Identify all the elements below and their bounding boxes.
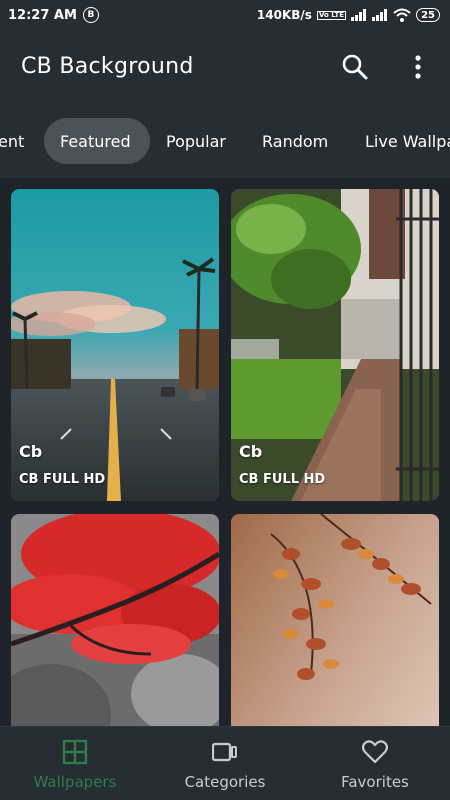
status-bar: 12:27 AM B 140KB/s Vo LTE 25 [0, 0, 450, 30]
wallpaper-title: Cb [19, 442, 43, 461]
heart-icon [362, 740, 388, 764]
app-title: CB Background [21, 53, 194, 79]
signal-icon-2 [372, 9, 388, 21]
tab-latest[interactable]: ent [0, 118, 24, 164]
wallpaper-card[interactable] [231, 514, 439, 726]
wallpaper-image-autumn-leaves [231, 514, 439, 726]
network-speed: 140KB/s [256, 8, 312, 22]
grid-icon [62, 739, 88, 765]
nav-label: Wallpapers [33, 773, 117, 791]
nav-label: Categories [184, 773, 266, 791]
categories-icon [212, 742, 237, 762]
app-bar: CB Background [0, 30, 450, 102]
search-button[interactable] [340, 52, 370, 82]
nav-wallpapers[interactable]: Wallpapers [0, 727, 150, 800]
wallpaper-grid: Cb CB FULL HD Cb CB FULL HD [0, 178, 450, 726]
status-time: 12:27 AM [8, 7, 77, 23]
more-options-button[interactable] [406, 52, 430, 82]
tab-live-wallpaper[interactable]: Live Wallpa [365, 118, 450, 164]
signal-icon [351, 9, 367, 21]
wallpaper-card[interactable]: Cb CB FULL HD [11, 189, 219, 501]
more-vert-icon [415, 55, 421, 79]
wallpaper-title: Cb [239, 442, 263, 461]
wallpaper-subtitle: CB FULL HD [239, 472, 326, 487]
category-tabs: ent Featured Popular Random Live Wallpa [0, 102, 450, 178]
nav-label: Favorites [341, 773, 409, 791]
volte-icon: Vo LTE [316, 10, 347, 20]
battery-icon: 25 [416, 8, 440, 22]
status-right: 140KB/s Vo LTE 25 [257, 8, 440, 22]
search-icon [342, 54, 368, 80]
nav-categories[interactable]: Categories [150, 727, 300, 800]
tab-popular[interactable]: Popular [166, 118, 226, 164]
wallpaper-subtitle: CB FULL HD [19, 472, 106, 487]
status-left: 12:27 AM B [8, 7, 99, 23]
wallpaper-image-red-tree [11, 514, 219, 726]
wallpaper-card[interactable] [11, 514, 219, 726]
tab-random[interactable]: Random [262, 118, 328, 164]
wallpaper-card[interactable]: Cb CB FULL HD [231, 189, 439, 501]
nav-favorites[interactable]: Favorites [300, 727, 450, 800]
tab-featured[interactable]: Featured [44, 118, 150, 164]
notification-badge-icon: B [82, 7, 99, 23]
bottom-navigation: Wallpapers Categories Favorites [0, 726, 450, 800]
wifi-icon [393, 8, 411, 22]
